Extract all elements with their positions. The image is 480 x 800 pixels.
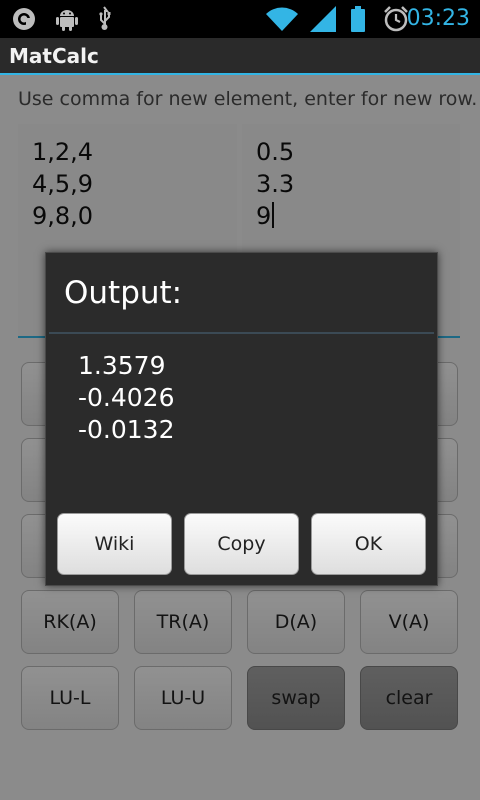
action-bar: MatCalc (0, 38, 480, 75)
output-value: 1.3579 (78, 351, 166, 380)
dialog-title: Output: (64, 275, 183, 311)
app-title: MatCalc (9, 44, 99, 68)
launcher-icon (12, 0, 36, 38)
ok-button[interactable]: OK (311, 513, 426, 575)
dialog-divider (49, 332, 434, 334)
status-bar: 03:23 (0, 0, 480, 38)
output-value: -0.0132 (78, 415, 175, 444)
output-value: -0.4026 (78, 383, 175, 412)
copy-button[interactable]: Copy (184, 513, 299, 575)
app-screen: 03:23 MatCalc Use comma for new element,… (0, 0, 480, 800)
wifi-icon (266, 0, 298, 38)
signal-icon (310, 0, 336, 38)
wiki-button[interactable]: Wiki (57, 513, 172, 575)
usb-icon (95, 0, 113, 38)
output-result: 1.3579 -0.4026 -0.0132 (78, 350, 175, 446)
android-debug-icon (56, 0, 78, 38)
battery-icon (351, 0, 365, 38)
output-dialog: Output: 1.3579 -0.4026 -0.0132 Wiki Copy… (45, 252, 438, 586)
status-time: 03:23 (406, 6, 470, 31)
alarm-icon (383, 0, 409, 38)
